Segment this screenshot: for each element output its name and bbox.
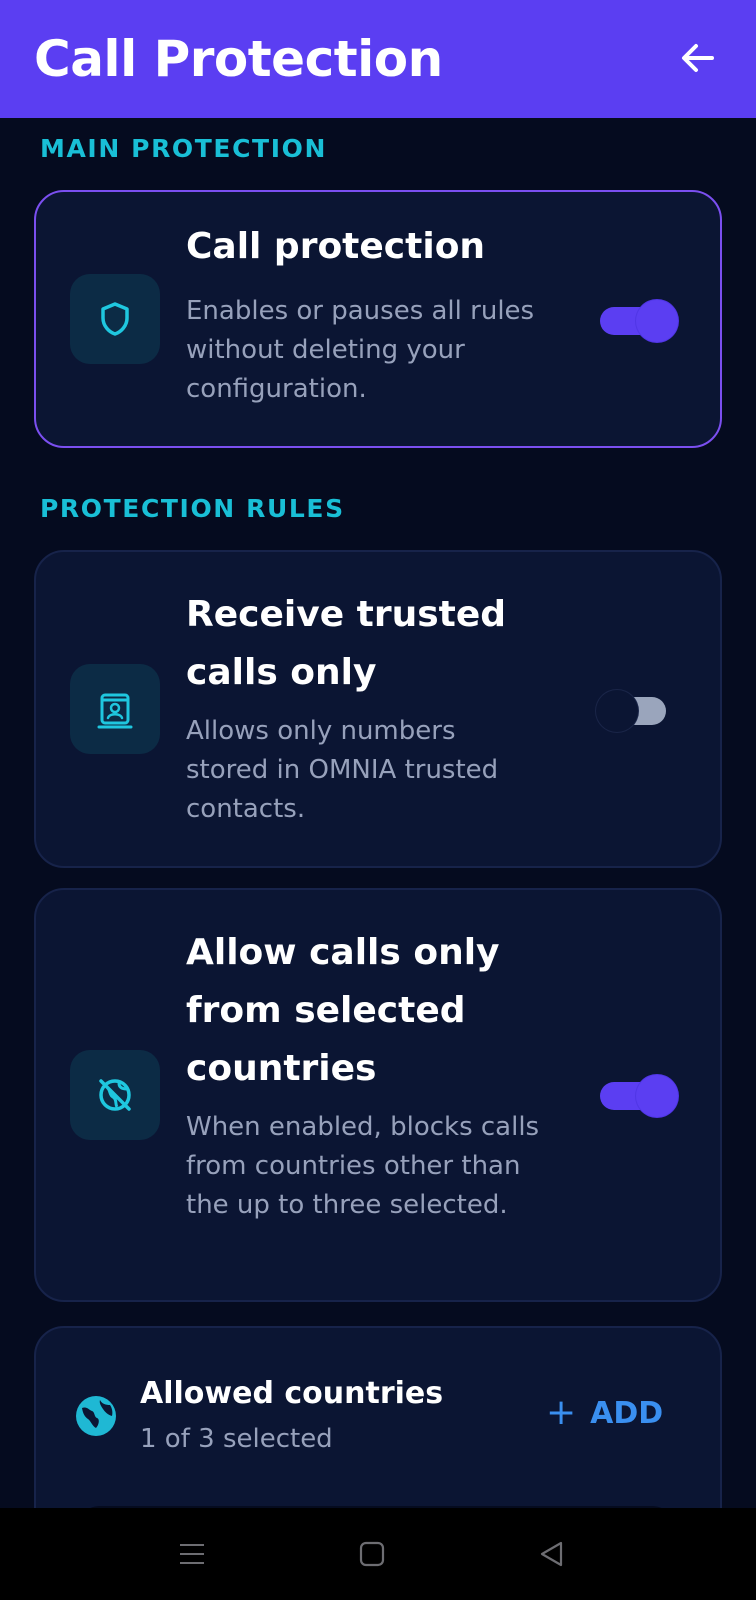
- recent-apps-button[interactable]: [170, 1532, 214, 1576]
- add-country-button[interactable]: + ADD: [546, 1388, 663, 1438]
- menu-icon: [180, 1544, 204, 1564]
- toggle-knob: [636, 1075, 678, 1117]
- back-triangle-icon: [540, 1541, 563, 1567]
- card-trusted-calls: Receive trusted calls only Allows only n…: [34, 550, 722, 868]
- trusted-calls-icon-tile: [70, 664, 160, 754]
- toggle-knob: [596, 690, 638, 732]
- allowed-countries-count: 1 of 3 selected: [140, 1424, 333, 1454]
- trusted-calls-toggle[interactable]: [596, 690, 672, 732]
- contact-card-icon: [97, 693, 133, 729]
- card-description: Enables or pauses all rules without dele…: [186, 296, 535, 404]
- arrow-left-icon: [682, 44, 714, 72]
- system-back-button[interactable]: [530, 1532, 574, 1576]
- globe-icon: [76, 1396, 116, 1436]
- card-title: Allow calls only from selected countries: [186, 932, 500, 1089]
- allowed-countries-title: Allowed countries: [140, 1376, 444, 1411]
- globe-off-icon: [99, 1079, 131, 1111]
- shield-icon: [101, 302, 129, 336]
- home-square-icon: [359, 1541, 385, 1567]
- card-title: Receive trusted calls only: [186, 594, 507, 693]
- page-title: Call Protection: [34, 30, 443, 88]
- card-selected-countries: Allow calls only from selected countries…: [34, 888, 722, 1302]
- call-protection-toggle[interactable]: [600, 300, 678, 342]
- toggle-knob: [636, 300, 678, 342]
- card-description: When enabled, blocks calls from countrie…: [186, 1112, 540, 1220]
- section-label-main: MAIN PROTECTION: [40, 134, 327, 163]
- card-call-protection: Call protection Enables or pauses all ru…: [34, 190, 722, 448]
- card-description: Allows only numbers stored in OMNIA trus…: [186, 716, 499, 824]
- back-button[interactable]: [676, 36, 720, 80]
- system-nav-bar: [0, 1508, 756, 1600]
- plus-icon: +: [546, 1392, 577, 1433]
- card-title: Call protection: [186, 226, 486, 267]
- home-button[interactable]: [350, 1532, 394, 1576]
- call-protection-icon-tile: [70, 274, 160, 364]
- app-bar: Call Protection: [0, 0, 756, 118]
- add-label: ADD: [590, 1395, 664, 1431]
- section-label-rules: PROTECTION RULES: [40, 494, 345, 523]
- selected-countries-toggle[interactable]: [600, 1075, 678, 1117]
- countries-icon-tile: [70, 1050, 160, 1140]
